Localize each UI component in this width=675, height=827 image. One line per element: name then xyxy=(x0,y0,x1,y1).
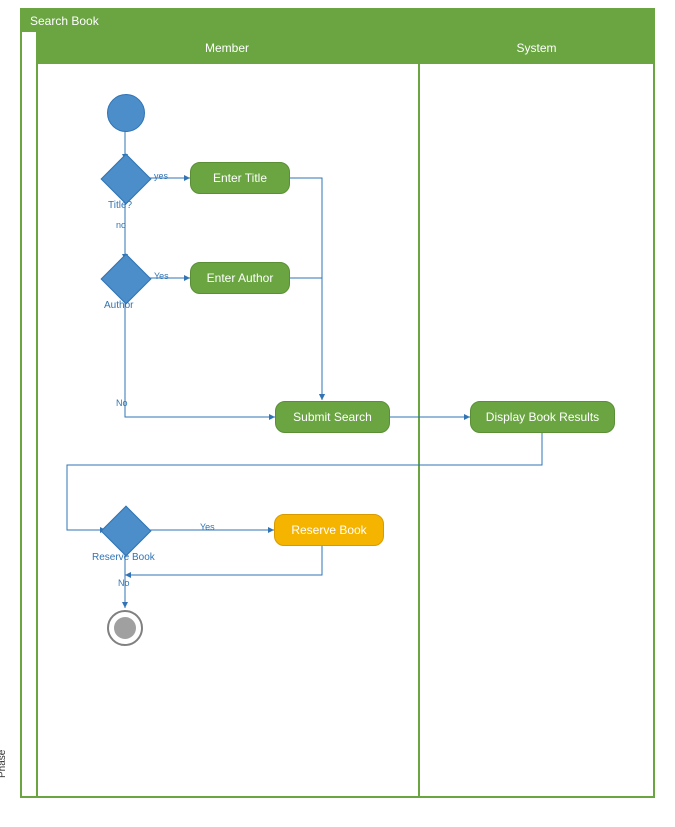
action-enter-author-text: Enter Author xyxy=(207,271,274,285)
lane-header-member: Member xyxy=(38,32,418,64)
end-node xyxy=(107,610,143,646)
diagram-canvas: Search Book Phase Member System xyxy=(0,0,675,827)
lane-divider xyxy=(418,64,420,796)
lane-header-system: System xyxy=(418,32,653,64)
edge-label-author-yes: Yes xyxy=(154,271,169,281)
action-enter-title: Enter Title xyxy=(190,162,290,194)
decision-author-label: Author xyxy=(104,300,133,311)
lane-headers: Member System xyxy=(38,32,653,64)
edge-label-reserve-yes: Yes xyxy=(200,522,215,532)
decision-reserve-label: Reserve Book xyxy=(92,552,155,563)
decision-title-label: Title? xyxy=(108,200,132,211)
decision-reserve xyxy=(101,506,152,557)
action-reserve-book: Reserve Book xyxy=(274,514,384,546)
phase-column: Phase xyxy=(22,32,38,796)
decision-author xyxy=(101,254,152,305)
edge-label-title-no: no xyxy=(116,220,126,230)
swimlane-frame: Search Book Phase Member System xyxy=(20,8,655,798)
action-display-results: Display Book Results xyxy=(470,401,615,433)
action-reserve-book-text: Reserve Book xyxy=(291,523,366,537)
diagram-title: Search Book xyxy=(22,10,653,32)
edge-label-title-yes: yes xyxy=(154,171,168,181)
action-enter-author: Enter Author xyxy=(190,262,290,294)
action-enter-title-text: Enter Title xyxy=(213,171,267,185)
action-submit-search: Submit Search xyxy=(275,401,390,433)
title-text: Search Book xyxy=(30,14,99,28)
phase-label: Phase xyxy=(0,750,8,778)
end-node-inner xyxy=(114,617,136,639)
lane-header-system-text: System xyxy=(516,41,556,55)
edge-label-reserve-no: No xyxy=(118,578,130,588)
lane-header-member-text: Member xyxy=(205,41,249,55)
action-submit-search-text: Submit Search xyxy=(293,410,372,424)
edge-label-author-no: No xyxy=(116,398,128,408)
action-display-results-text: Display Book Results xyxy=(486,410,599,424)
start-node xyxy=(107,94,145,132)
decision-title xyxy=(101,154,152,205)
